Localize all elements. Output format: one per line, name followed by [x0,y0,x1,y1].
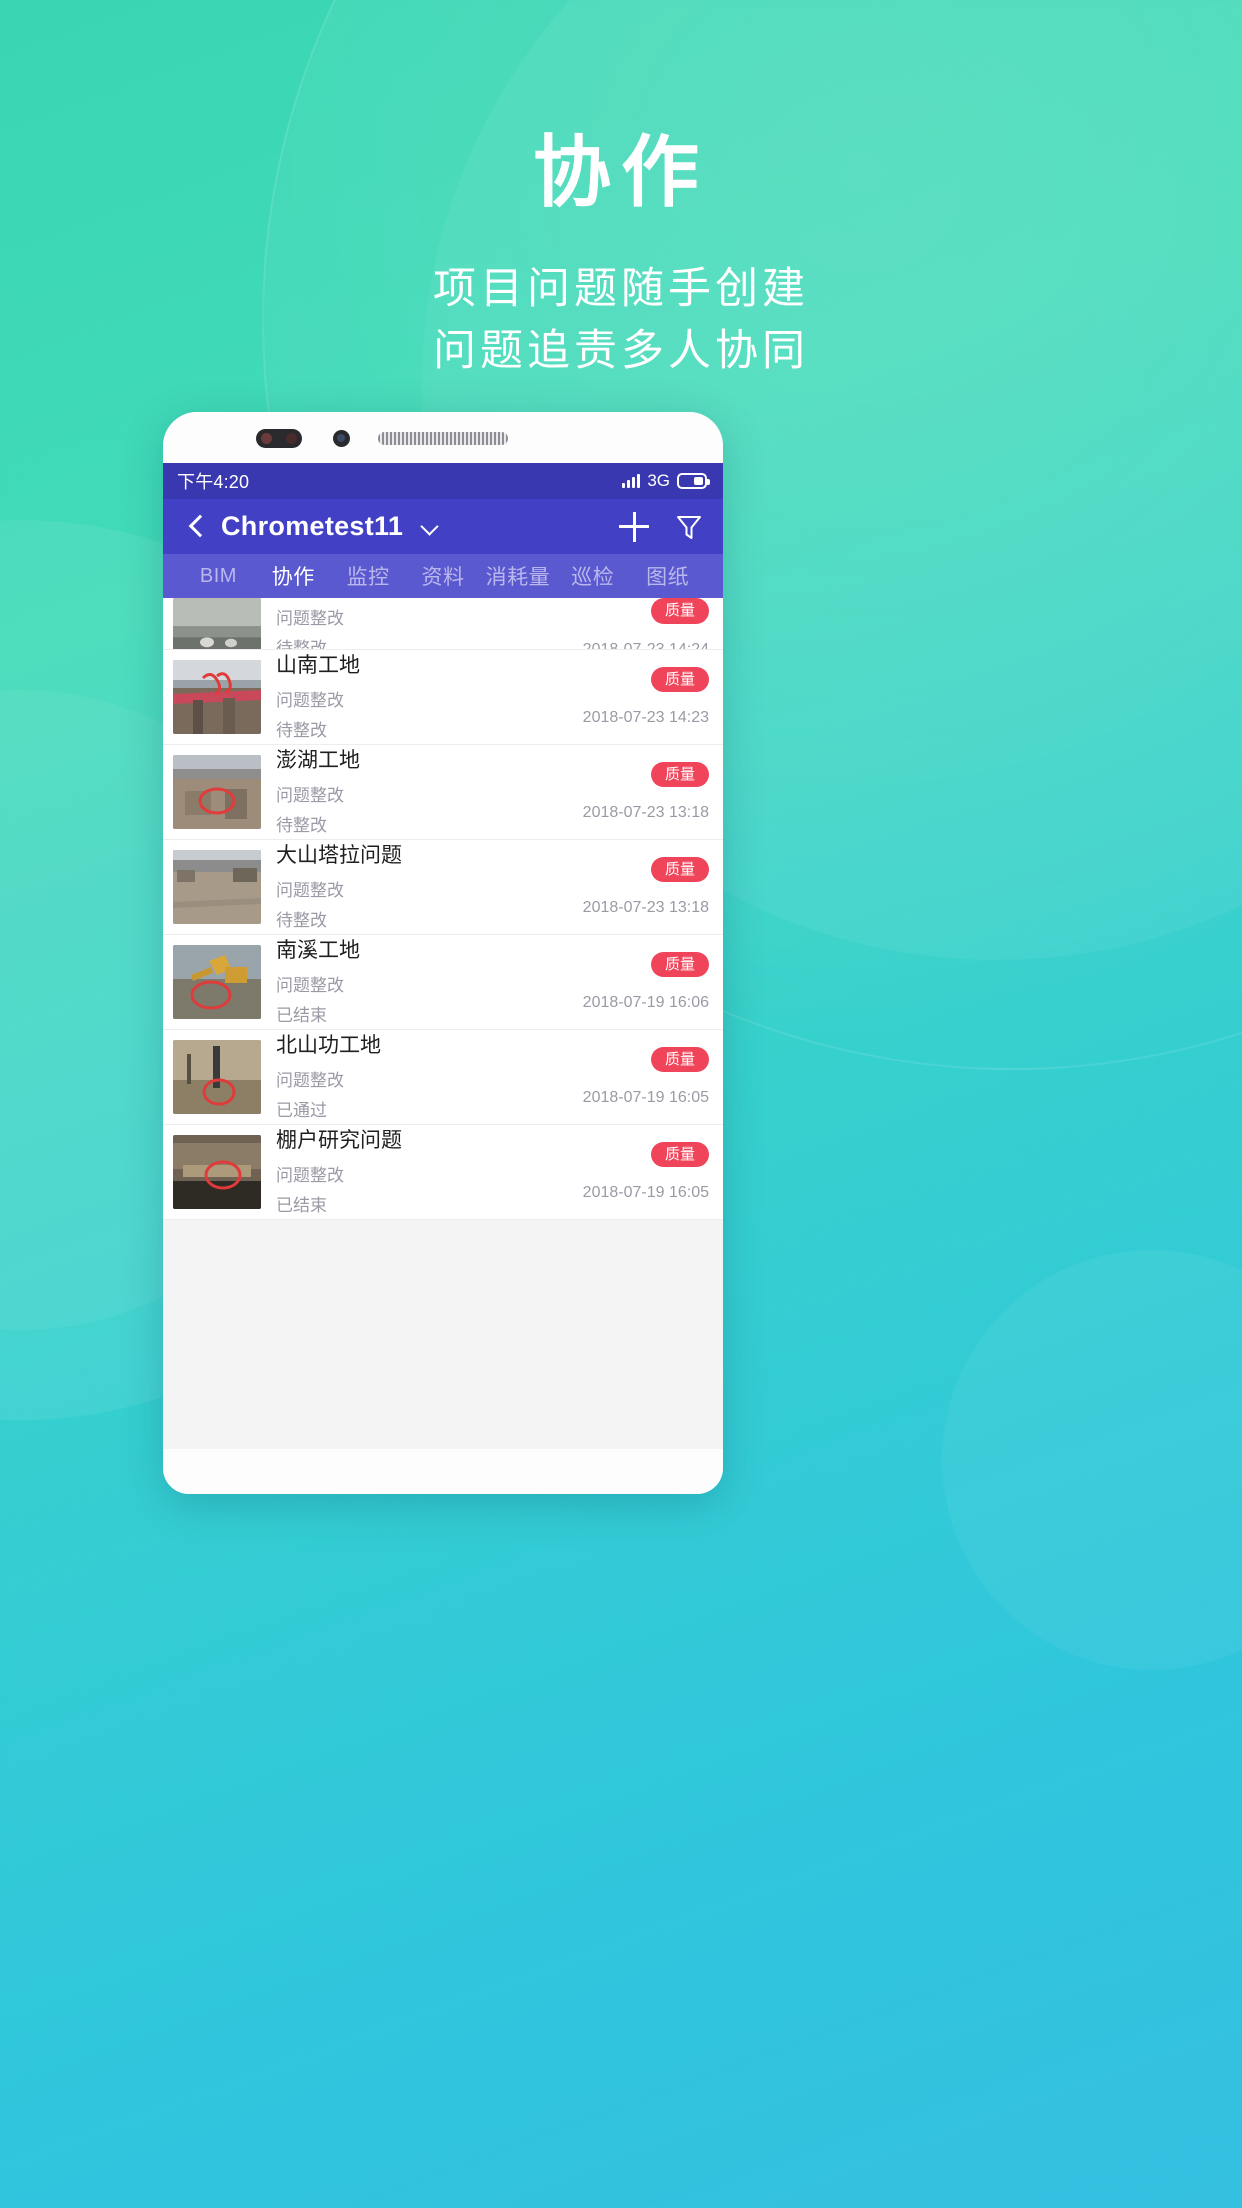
row-state: 已结束 [276,1195,327,1215]
status-badge: 质量 [650,666,709,693]
row-title: 山南工地 [276,654,360,678]
table-row[interactable]: 问题整改 待整改 质量 2018-07-23 14:24 [163,598,723,650]
table-row[interactable]: 棚户研究问题 问题整改 已结束 质量 2018-07-19 16:05 [163,1125,723,1220]
phone-bottom-bezel [163,1449,723,1494]
row-date: 2018-07-19 16:06 [582,994,709,1012]
row-state: 待整改 [276,639,327,650]
thumbnail-image [173,850,261,924]
row-date: 2018-07-19 16:05 [582,1089,709,1107]
row-body: 澎湖工地 问题整改 待整改 [261,748,559,835]
table-row[interactable]: 北山功工地 问题整改 已通过 质量 2018-07-19 16:05 [163,1030,723,1125]
row-date: 2018-07-23 14:24 [582,640,709,650]
app-bar-title[interactable]: Chrometest11 [221,511,403,542]
thumbnail-image [173,945,261,1019]
row-meta: 质量 2018-07-23 13:18 [559,850,709,924]
row-meta: 质量 2018-07-19 16:05 [559,1040,709,1114]
table-row[interactable]: 澎湖工地 问题整改 待整改 质量 2018-07-23 13:18 [163,745,723,840]
row-state: 已结束 [276,1005,327,1025]
row-title: 北山功工地 [276,1034,381,1058]
tab-bim[interactable]: BIM [181,565,256,588]
row-meta: 质量 2018-07-23 14:24 [559,598,709,650]
tab-inspection[interactable]: 巡检 [555,561,630,591]
row-body: 南溪工地 问题整改 已结束 [261,938,559,1025]
thumbnail-image [173,1135,261,1209]
row-state: 待整改 [276,720,327,740]
page-title: 协作 [532,128,709,216]
row-title: 南溪工地 [276,939,360,963]
status-bar-time: 下午4:20 [177,472,250,492]
earpiece-speaker-icon [378,432,508,445]
filter-icon[interactable] [675,513,703,541]
status-badge: 质量 [650,1046,709,1073]
thumbnail-image [173,598,261,649]
row-state: 待整改 [276,815,327,835]
status-badge: 质量 [650,856,709,883]
row-body: 大山塔拉问题 问题整改 待整改 [261,843,559,930]
status-badge: 质量 [650,761,709,788]
row-body: 北山功工地 问题整改 已通过 [261,1033,559,1120]
tab-collaboration[interactable]: 协作 [256,561,331,591]
row-category: 问题整改 [276,880,344,900]
row-meta: 质量 2018-07-19 16:05 [559,1135,709,1209]
row-body: 问题整改 待整改 [261,598,559,650]
row-meta: 质量 2018-07-23 14:23 [559,660,709,734]
row-category: 问题整改 [276,609,344,628]
tab-bar: BIM 协作 监控 资料 消耗量 巡检 图纸 [163,554,723,598]
network-type-label: 3G [647,471,670,490]
table-row[interactable]: 山南工地 问题整改 待整改 质量 2018-07-23 14:23 [163,650,723,745]
row-category: 问题整改 [276,975,344,995]
plus-icon[interactable] [619,511,649,542]
tab-monitoring[interactable]: 监控 [331,561,406,591]
tab-drawings[interactable]: 图纸 [630,561,705,591]
table-row[interactable]: 大山塔拉问题 问题整改 待整改 质量 2018-07-23 13:18 [163,840,723,935]
issue-list[interactable]: 问题整改 待整改 质量 2018-07-23 14:24 山南工地 问题整改 待… [163,598,723,1449]
row-title: 棚户研究问题 [276,1129,402,1153]
row-title: 大山塔拉问题 [276,844,402,868]
battery-icon [677,473,710,489]
tab-materials[interactable]: 资料 [406,561,481,591]
row-meta: 质量 2018-07-19 16:06 [559,945,709,1019]
thumbnail-image [173,660,261,734]
decorative-circle-right [942,1250,1242,1670]
row-category: 问题整改 [276,785,344,805]
row-date: 2018-07-23 14:23 [582,709,709,727]
thumbnail-image [173,755,261,829]
table-row[interactable]: 南溪工地 问题整改 已结束 质量 2018-07-19 16:06 [163,935,723,1030]
phone-top-bezel [163,412,723,463]
row-date: 2018-07-19 16:05 [582,1184,709,1202]
status-badge: 质量 [650,1141,709,1168]
chevron-down-icon[interactable] [419,516,441,538]
front-camera-icon [256,429,302,448]
phone-mockup: 下午4:20 3G Chrometest11 BIM 协作 监控 资料 消耗量 … [163,412,723,1494]
hero-subtitle-line-1: 项目问题随手创建 [433,264,809,313]
hero-section: 协作 项目问题随手创建 问题追责多人协同 [0,128,1242,382]
status-bar-icons: 3G [622,471,710,491]
status-badge: 质量 [650,598,709,624]
row-category: 问题整改 [276,1165,344,1185]
row-category: 问题整改 [276,690,344,710]
row-title: 澎湖工地 [276,749,360,773]
row-state: 待整改 [276,910,327,930]
row-state: 已通过 [276,1100,327,1120]
row-meta: 质量 2018-07-23 13:18 [559,755,709,829]
row-category: 问题整改 [276,1070,344,1090]
phone-screen: 下午4:20 3G Chrometest11 BIM 协作 监控 资料 消耗量 … [163,463,723,1449]
sensor-icon [333,430,350,447]
row-body: 山南工地 问题整改 待整改 [261,653,559,740]
row-date: 2018-07-23 13:18 [582,899,709,917]
back-chevron-icon[interactable] [183,514,209,540]
hero-subtitle-line-2: 问题追责多人协同 [433,327,809,376]
status-badge: 质量 [650,951,709,978]
row-date: 2018-07-23 13:18 [582,804,709,822]
signal-bars-icon [622,474,641,488]
app-bar: Chrometest11 [163,499,723,554]
status-bar: 下午4:20 3G [163,463,723,499]
row-body: 棚户研究问题 问题整改 已结束 [261,1128,559,1215]
tab-consumption[interactable]: 消耗量 [480,561,555,591]
thumbnail-image [173,1040,261,1114]
